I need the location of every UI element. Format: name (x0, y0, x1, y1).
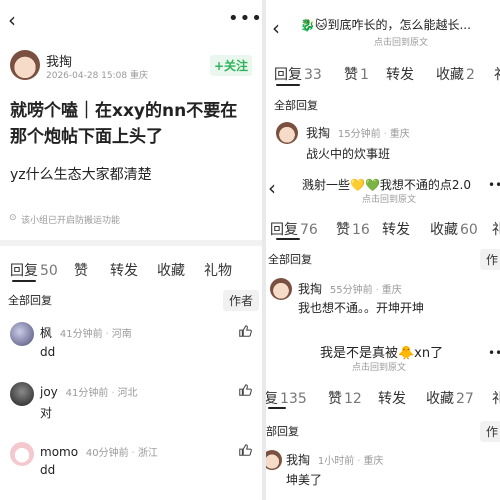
like-icon[interactable] (238, 383, 252, 397)
shield-icon: ⊙ (9, 213, 17, 223)
comment-place: 重庆 (363, 456, 384, 467)
back-icon[interactable]: ‹ (8, 8, 16, 32)
comment-place: 重庆 (389, 129, 410, 140)
back-icon[interactable]: ‹ (268, 176, 276, 200)
comment-time: 40分钟前 (85, 448, 129, 459)
tab-bar: 回复33 赞1 转发 收藏2 礼 (266, 64, 500, 90)
comment-name[interactable]: 我掏 (306, 126, 330, 140)
comment-name[interactable]: 枫 (40, 326, 52, 340)
comment-text: 我也想不通。。开坤开坤 (298, 301, 425, 315)
commenter-avatar[interactable] (10, 442, 34, 466)
author-avatar[interactable] (10, 50, 40, 80)
left-post-pane: ‹ ••• 我掏 2026-04-28 15:08 重庆 +关注 就唠个嗑｜在x… (0, 0, 262, 500)
comment-time: 41分钟前 (65, 388, 109, 399)
tab-likes[interactable]: 赞 (74, 260, 88, 280)
tab-replies[interactable]: 回复 33 (274, 64, 322, 84)
tab-bar: 复 135 赞 12 转发 收藏 27 礼 (266, 388, 500, 414)
thread-title[interactable]: 我是不是真被🐥xn了 (320, 342, 443, 361)
comment-text: dd (40, 463, 56, 477)
post-title-line1: 就唠个嗑｜在xxy的nn不要在 (10, 101, 238, 121)
tab-reposts[interactable]: 转发 (378, 388, 406, 408)
comment-text: 对 (40, 406, 53, 420)
commenter-avatar[interactable] (270, 278, 292, 300)
left-tab-bar: 回复 50 赞 转发 收藏 礼物 (0, 260, 262, 286)
tab-favorites[interactable]: 收藏 27 (426, 388, 474, 408)
more-icon[interactable]: •• (488, 346, 500, 360)
tab-likes[interactable]: 赞 16 (336, 219, 370, 239)
like-icon[interactable] (238, 324, 252, 338)
commenter-name: 枫 41分钟前 · 河南 (40, 326, 132, 340)
like-icon[interactable] (238, 443, 252, 457)
right-pane-3: 我是不是真被🐥xn了 点击回到原文 •• 复135 赞12 转发 收藏27 礼 … (266, 330, 500, 500)
comment-place: 河北 (117, 388, 138, 399)
comment-name[interactable]: joy (40, 385, 58, 399)
tab-underline (12, 280, 36, 282)
commenter-avatar[interactable] (10, 322, 34, 346)
author-only-button[interactable]: 作 (480, 421, 500, 442)
post-title-line2: 那个炮帖下面上头了 (10, 127, 163, 147)
back-to-post-link[interactable]: 点击回到原文 (352, 360, 406, 373)
all-replies-label: 全部回复 (274, 99, 318, 112)
comment-time: 41分钟前 (59, 329, 103, 340)
all-replies-label: 全部回复 (8, 294, 52, 307)
comment-text: 坤美了 (286, 473, 323, 487)
tab-underline (268, 407, 286, 409)
back-to-post-link[interactable]: 点击回到原文 (362, 192, 416, 205)
commenter-name: 我掏 1小时前 · 重庆 (286, 453, 384, 467)
comment-text: 战火中的炊事班 (306, 147, 391, 161)
comment-text: dd (40, 345, 56, 359)
follow-button[interactable]: +关注 (210, 55, 253, 76)
comment-place: 重庆 (381, 285, 402, 296)
anti-repost-notice: 该小组已开启防搬运功能 (21, 216, 121, 226)
tab-replies[interactable]: 复 135 (266, 388, 307, 408)
comment-time: 15分钟前 (337, 129, 381, 140)
comment-name[interactable]: momo (40, 445, 78, 459)
commenter-name: 我掏 55分钟前 · 重庆 (298, 282, 402, 296)
commenter-name: 我掏 15分钟前 · 重庆 (306, 126, 410, 140)
tab-likes[interactable]: 赞1 (344, 64, 369, 84)
right-pane-1: ‹ 🐉🐱到底咋长的，怎么能越长... 点击回到原文 回复 33 赞1 转发 收藏 2… (266, 0, 500, 172)
tab-likes[interactable]: 赞 12 (328, 388, 362, 408)
right-pane-2: ‹ 溅射一些💛💚我想不通的点2.0 点击回到原文 •• 回复76 赞16 转发 … (266, 172, 500, 330)
tab-replies[interactable]: 回复 50 (10, 260, 58, 280)
commenter-avatar[interactable] (276, 122, 298, 144)
comment-place: 河南 (111, 329, 132, 340)
author-only-button[interactable]: 作者 (223, 290, 260, 311)
tab-gifts[interactable]: 礼 (494, 64, 500, 84)
tab-replies[interactable]: 回复 76 (270, 219, 318, 239)
all-replies-label: 全部回复 (268, 253, 312, 266)
post-meta: 2026-04-28 15:08 重庆 (46, 71, 148, 81)
tab-favorites[interactable]: 收藏 (157, 260, 185, 280)
tab-favorites[interactable]: 收藏 2 (436, 64, 475, 84)
tab-gifts[interactable]: 礼 (492, 219, 500, 239)
comment-place: 浙江 (137, 448, 158, 459)
section-divider (0, 240, 262, 246)
tab-reposts[interactable]: 转发 (382, 219, 410, 239)
tab-favorites[interactable]: 收藏 60 (430, 219, 478, 239)
thread-title[interactable]: 溅射一些💛💚我想不通的点2.0 (302, 176, 471, 193)
comment-name[interactable]: 我掏 (298, 282, 322, 296)
comment-time: 55分钟前 (329, 285, 373, 296)
commenter-avatar[interactable] (10, 382, 34, 406)
tab-reposts[interactable]: 转发 (110, 260, 138, 280)
more-icon[interactable]: ••• (228, 8, 262, 29)
commenter-name: momo 40分钟前 · 浙江 (40, 445, 158, 459)
all-replies-label: 部回复 (266, 425, 299, 438)
author-only-button[interactable]: 作 (480, 249, 500, 270)
comment-time: 1小时前 (317, 456, 355, 467)
back-to-post-link[interactable]: 点击回到原文 (374, 35, 428, 48)
back-icon[interactable]: ‹ (272, 16, 280, 40)
tab-underline (276, 84, 300, 86)
commenter-name: joy 41分钟前 · 河北 (40, 385, 138, 399)
commenter-avatar[interactable] (266, 450, 282, 470)
post-body: yz什么生态大家都清楚 (10, 167, 152, 183)
tab-underline (276, 238, 300, 240)
tab-bar: 回复 76 赞 16 转发 收藏 60 礼 (266, 219, 500, 245)
tab-gifts[interactable]: 礼物 (204, 260, 232, 280)
tab-reposts[interactable]: 转发 (386, 64, 414, 84)
tab-gifts[interactable]: 礼 (492, 388, 500, 408)
thread-title[interactable]: 🐉🐱到底咋长的，怎么能越长... (300, 16, 471, 33)
more-icon[interactable]: •• (488, 178, 500, 192)
comment-name[interactable]: 我掏 (286, 453, 310, 467)
